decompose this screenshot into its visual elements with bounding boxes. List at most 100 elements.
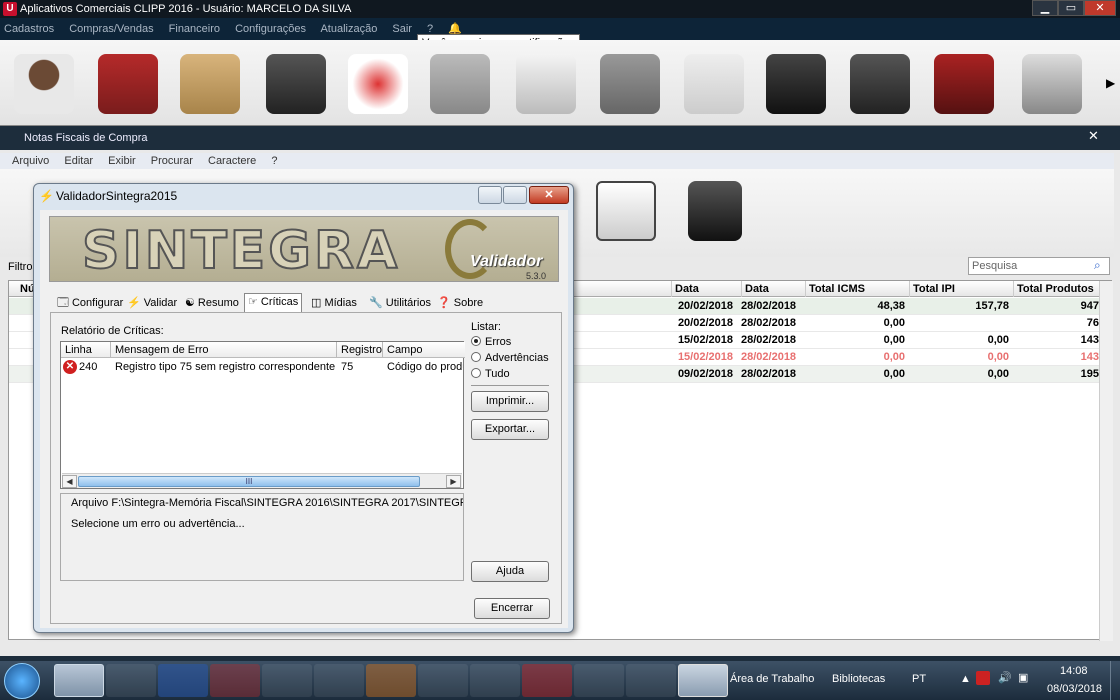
desktop-toolbar-label[interactable]: Área de Trabalho xyxy=(730,673,814,685)
nf-menu-arquivo[interactable]: Arquivo xyxy=(12,155,49,167)
grid-vscrollbar[interactable] xyxy=(1099,281,1113,641)
taskbar-winrar-icon[interactable] xyxy=(262,664,312,697)
menu-configuracoes[interactable]: Configurações xyxy=(235,23,306,35)
tab-criticas[interactable]: ☞ Críticas xyxy=(244,293,303,313)
volume-icon[interactable]: 🔊 xyxy=(998,671,1012,684)
encerrar-button[interactable]: Encerrar xyxy=(474,598,550,619)
network-icon[interactable]: ▣ xyxy=(1018,671,1028,684)
menu-atualizacao[interactable]: Atualização xyxy=(320,23,377,35)
email-icon[interactable] xyxy=(348,54,408,114)
list-col-linha[interactable]: Linha xyxy=(61,342,111,358)
nf-close-icon[interactable]: ✕ xyxy=(1088,128,1099,144)
tray-avira-icon[interactable] xyxy=(976,671,990,685)
cash-register-icon[interactable] xyxy=(516,54,576,114)
user-icon[interactable] xyxy=(14,54,74,114)
toolbar-scroll-right-icon[interactable]: ▶ xyxy=(1106,76,1115,90)
minimize-button[interactable]: ▁ xyxy=(1032,0,1058,16)
exportar-button[interactable]: Exportar... xyxy=(471,419,549,440)
dialog-app-icon: ⚡ xyxy=(39,189,54,203)
safe-icon[interactable] xyxy=(600,54,660,114)
search-input[interactable]: Pesquisa xyxy=(968,257,1110,275)
shopping-cart-icon[interactable] xyxy=(430,54,490,114)
list-cell-registro[interactable]: 75 xyxy=(337,359,383,375)
documents-icon[interactable] xyxy=(684,54,744,114)
col-data-entrada[interactable]: Data Entrada xyxy=(741,281,805,311)
taskbar-outlook-icon[interactable] xyxy=(366,664,416,697)
menu-sair[interactable]: Sair xyxy=(392,23,412,35)
maximize-button[interactable]: ▭ xyxy=(1058,0,1084,16)
taskbar-validador-icon[interactable] xyxy=(54,664,104,697)
menu-compras-vendas[interactable]: Compras/Vendas xyxy=(69,23,153,35)
taskbar-remote-icon[interactable] xyxy=(626,664,676,697)
abc-icon[interactable] xyxy=(688,181,742,241)
cell-emissao: 09/02/2018 xyxy=(677,368,733,380)
list-hscrollbar[interactable]: ◀ III ▶ xyxy=(62,473,462,488)
taskbar-pdf-icon[interactable] xyxy=(210,664,260,697)
finance-icon[interactable] xyxy=(766,54,826,114)
nf-menu-editar[interactable]: Editar xyxy=(64,155,93,167)
tab-validar[interactable]: ⚡ Validar xyxy=(124,295,180,313)
tab-sobre[interactable]: ❓ Sobre xyxy=(434,295,486,313)
imprimir-button[interactable]: Imprimir... xyxy=(471,391,549,412)
store-icon[interactable] xyxy=(98,54,158,114)
search-icon[interactable]: ⌕ xyxy=(1094,258,1101,273)
col-total-icms[interactable]: Total ICMS xyxy=(805,281,909,297)
box-icon[interactable] xyxy=(180,54,240,114)
start-button[interactable] xyxy=(4,663,40,699)
book-icon[interactable] xyxy=(934,54,994,114)
libraries-toolbar-label[interactable]: Bibliotecas xyxy=(832,673,885,685)
tray-expand-icon[interactable]: ▲ xyxy=(960,673,971,685)
tab-utilitarios[interactable]: 🔧 Utilitários xyxy=(366,295,434,313)
nf-menu-procurar[interactable]: Procurar xyxy=(151,155,193,167)
nf-menu-help[interactable]: ? xyxy=(271,155,277,167)
tab-label: Sobre xyxy=(453,297,484,309)
checklist-icon[interactable] xyxy=(596,181,656,241)
tab-midias[interactable]: ◫ Mídias xyxy=(308,295,360,313)
radio-tudo[interactable]: Tudo xyxy=(471,368,510,380)
scroll-left-icon[interactable]: ◀ xyxy=(62,475,77,488)
radio-advertencias[interactable]: Advertências xyxy=(471,352,549,364)
close-button[interactable]: ✕ xyxy=(1084,0,1116,16)
tab-resumo[interactable]: ☯ Resumo xyxy=(182,295,242,313)
col-total-ipi[interactable]: Total IPI xyxy=(909,281,1013,297)
scroll-right-icon[interactable]: ▶ xyxy=(446,475,461,488)
taskbar-explorer-icon[interactable] xyxy=(106,664,156,697)
menu-cadastros[interactable]: Cadastros xyxy=(4,23,54,35)
nf-menu-caractere[interactable]: Caractere xyxy=(208,155,256,167)
cell-produtos: 947 xyxy=(1080,300,1099,312)
taskbar-paint-icon[interactable] xyxy=(314,664,364,697)
tab-configurar[interactable]: 🗔 Configurar xyxy=(54,295,126,313)
taskbar: Área de Trabalho Bibliotecas PT ▲ 🔊 ▣ 14… xyxy=(0,661,1120,700)
cell-icms: 0,00 xyxy=(883,317,905,329)
dialog-close-button[interactable]: ✕ xyxy=(529,186,569,204)
language-indicator[interactable]: PT xyxy=(912,673,926,685)
taskbar-word-icon[interactable] xyxy=(158,664,208,697)
col-total-produtos[interactable]: Total Produtos xyxy=(1013,281,1113,297)
cell-produtos: 143 xyxy=(1080,351,1099,363)
ajuda-button[interactable]: Ajuda xyxy=(471,561,549,582)
taskbar-chrome-icon[interactable] xyxy=(574,664,624,697)
taskbar-clipp-icon[interactable] xyxy=(418,664,468,697)
nf-menu-exibir[interactable]: Exibir xyxy=(108,155,136,167)
scroll-thumb[interactable]: III xyxy=(78,476,420,487)
dialog-maximize-button[interactable] xyxy=(503,186,527,204)
clock-date[interactable]: 08/03/2018 xyxy=(1047,683,1102,695)
list-cell-mensagem[interactable]: Registro tipo 75 sem registro correspond… xyxy=(111,359,337,375)
col-data-emissao[interactable]: Data Emissão xyxy=(671,281,741,311)
money-icon[interactable] xyxy=(850,54,910,114)
radio-erros[interactable]: Erros xyxy=(471,336,511,348)
show-desktop-button[interactable] xyxy=(1110,661,1120,700)
taskbar-clipp-active-icon[interactable] xyxy=(678,664,728,697)
list-col-registro[interactable]: Registro xyxy=(337,342,383,358)
clock-time[interactable]: 14:08 xyxy=(1060,665,1088,677)
taskbar-calculator-icon[interactable] xyxy=(470,664,520,697)
wrench-icon[interactable] xyxy=(1022,54,1082,114)
pos-device-icon[interactable] xyxy=(266,54,326,114)
list-cell-linha[interactable]: 240 xyxy=(75,359,111,375)
menu-financeiro[interactable]: Financeiro xyxy=(169,23,220,35)
taskbar-avira-icon[interactable] xyxy=(522,664,572,697)
list-col-campo[interactable]: Campo xyxy=(383,342,465,358)
list-cell-campo[interactable]: Código do produto xyxy=(383,359,463,375)
dialog-minimize-button[interactable] xyxy=(478,186,502,204)
list-col-mensagem[interactable]: Mensagem de Erro xyxy=(111,342,337,358)
